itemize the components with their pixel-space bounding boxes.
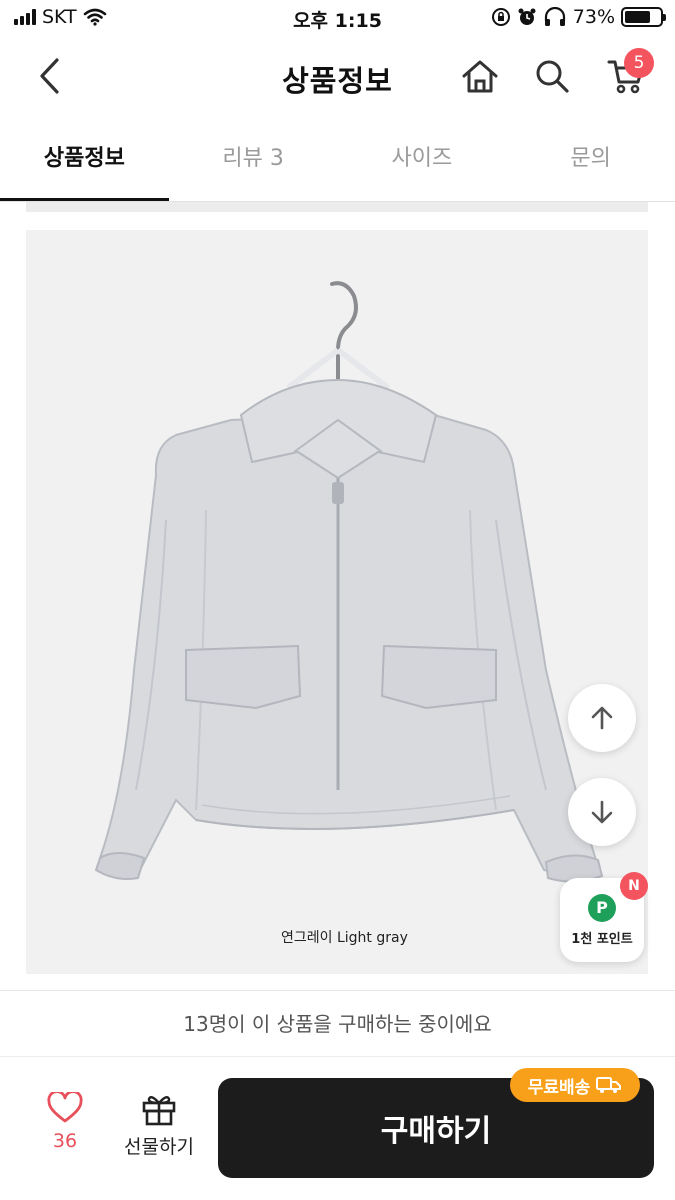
- rotation-lock-icon: [491, 8, 510, 26]
- points-button[interactable]: P 1천 포인트 N: [560, 872, 648, 962]
- gift-label: 선물하기: [124, 1136, 194, 1158]
- jacket-illustration: [94, 281, 604, 883]
- search-icon: [536, 60, 569, 93]
- battery-percent: 73%: [572, 6, 615, 28]
- wifi-icon: [83, 8, 106, 26]
- arrow-down-icon: [591, 800, 613, 824]
- header: 상품정보 5: [0, 40, 675, 112]
- headphones-icon: [544, 7, 565, 26]
- alarm-icon: [518, 8, 536, 25]
- cart-count-badge: 5: [624, 48, 654, 78]
- signal-icon: [14, 9, 36, 25]
- point-icon: P: [588, 893, 616, 922]
- divider: [0, 990, 675, 991]
- product-image: 연그레이 Light gray: [26, 230, 648, 974]
- truck-icon: [596, 1077, 622, 1093]
- tab-bar: 상품정보 리뷰 3 사이즈 문의: [0, 122, 675, 202]
- back-button[interactable]: [28, 54, 72, 98]
- heart-icon: [47, 1092, 83, 1123]
- points-label: 1천 포인트: [571, 931, 633, 947]
- new-badge: N: [620, 872, 648, 900]
- tab-product-info[interactable]: 상품정보: [0, 122, 169, 202]
- battery-icon: [621, 7, 666, 27]
- cart-button[interactable]: 5: [604, 48, 654, 98]
- arrow-up-icon: [591, 706, 613, 730]
- tab-inquiry[interactable]: 문의: [506, 122, 675, 202]
- home-icon: [462, 60, 498, 93]
- chevron-left-icon: [40, 58, 59, 94]
- like-count: 36: [52, 1130, 78, 1152]
- home-button[interactable]: [458, 54, 502, 98]
- gift-icon: [142, 1096, 176, 1126]
- status-bar: SKT 오후 1:15 73%: [0, 0, 675, 38]
- purchase-activity-notice: 13명이 이 상품을 구매하는 중이에요: [183, 1012, 492, 1036]
- tab-reviews[interactable]: 리뷰 3: [169, 122, 338, 202]
- free-shipping-badge: 무료배송: [510, 1068, 640, 1102]
- search-button[interactable]: [530, 54, 574, 98]
- tab-size[interactable]: 사이즈: [338, 122, 507, 202]
- free-shipping-label: 무료배송: [527, 1077, 591, 1098]
- like-button[interactable]: 36: [30, 1092, 100, 1172]
- product-color-caption: 연그레이 Light gray: [281, 930, 408, 946]
- divider: [0, 1056, 675, 1057]
- scroll-down-button[interactable]: [568, 778, 636, 846]
- gift-button[interactable]: 선물하기: [114, 1092, 204, 1172]
- previous-image-edge: [26, 202, 648, 212]
- scroll-up-button[interactable]: [568, 684, 636, 752]
- carrier-label: SKT: [42, 6, 77, 28]
